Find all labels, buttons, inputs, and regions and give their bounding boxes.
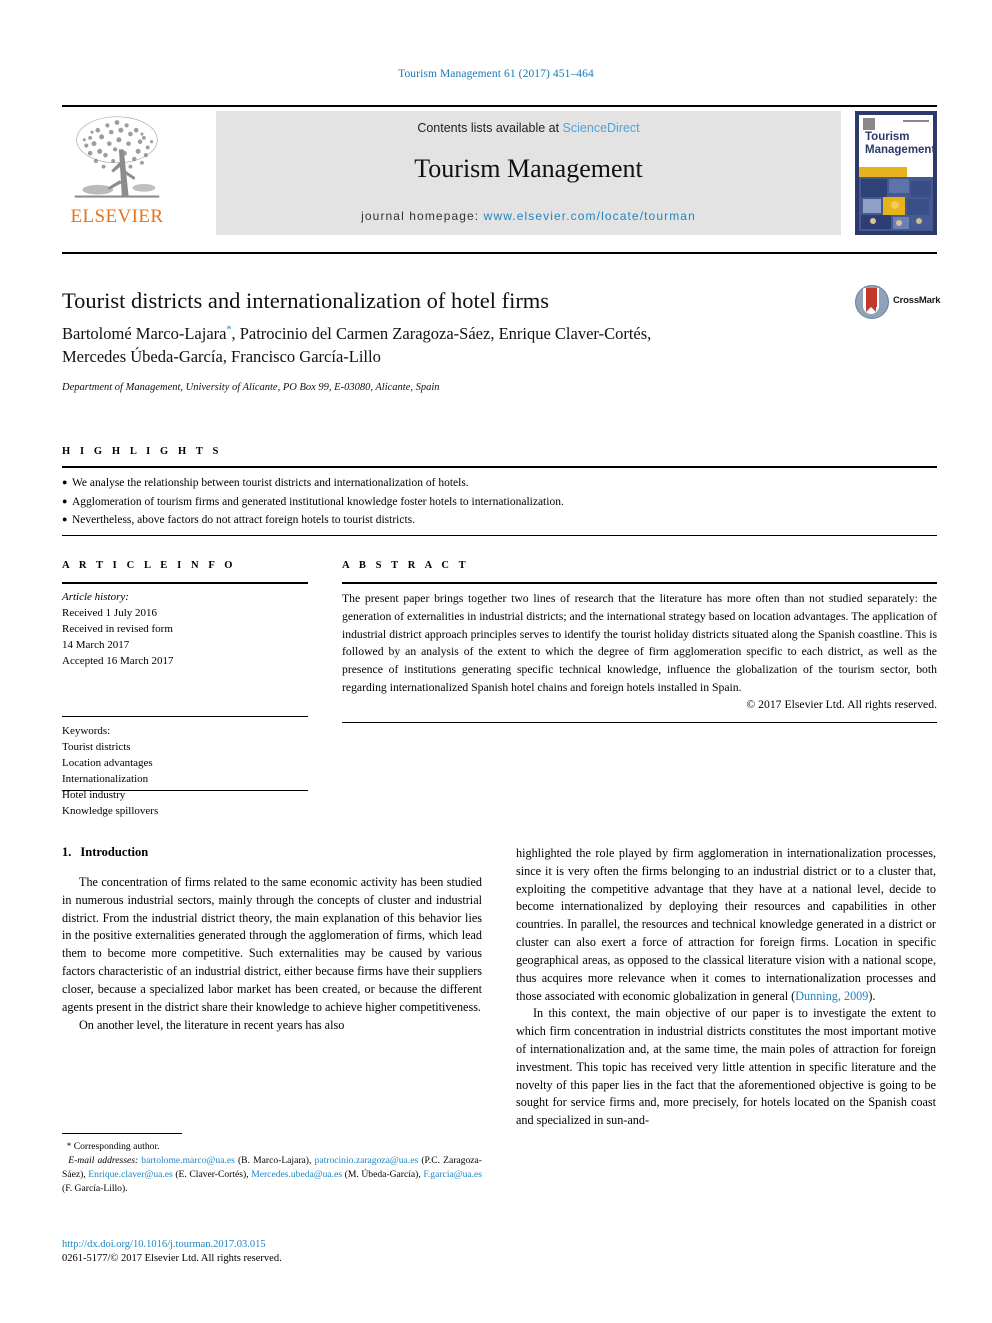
corresponding-author-text: Corresponding author. (73, 1141, 160, 1152)
affiliation: Department of Management, University of … (62, 382, 440, 393)
sciencedirect-link[interactable]: ScienceDirect (563, 121, 640, 135)
crossmark-label: CrossMark (893, 295, 941, 306)
article-info-top-rule (62, 582, 308, 584)
highlight-item: ● Nevertheless, above factors do not attr… (62, 511, 937, 530)
email-link[interactable]: bartolome.marco@ua.es (141, 1155, 235, 1166)
elsevier-tree-icon (74, 116, 160, 198)
keyword-item: Tourist districts (62, 741, 131, 754)
highlight-text: Agglomeration of tourism firms and gener… (72, 495, 564, 508)
email-owner: (M. Úbeda-García) (344, 1168, 419, 1180)
masthead-top-rule (62, 105, 937, 107)
body-column-right: highlighted the role played by firm aggl… (516, 845, 936, 1130)
cover-elsevier-mark-icon (863, 118, 875, 130)
paragraph: highlighted the role played by firm aggl… (516, 845, 936, 1005)
highlights-bottom-rule (62, 535, 937, 536)
keywords-top-rule (62, 716, 308, 717)
citation-link[interactable]: Dunning, 2009 (795, 989, 868, 1003)
paragraph-text: highlighted the role played by firm aggl… (516, 846, 936, 1003)
email-owner: (F. García-Lillo) (62, 1182, 126, 1194)
elsevier-wordmark: ELSEVIER (70, 206, 164, 227)
email-link[interactable]: patrocinio.zaragoza@ua.es (315, 1155, 419, 1166)
cover-yellow-band (859, 167, 907, 177)
journal-homepage-label: journal homepage: (361, 209, 484, 223)
paragraph-text-tail: ). (868, 988, 876, 1003)
crossmark-badge[interactable]: CrossMark (855, 285, 950, 319)
keywords-label: Keywords: (62, 725, 111, 737)
highlights-heading: H I G H L I G H T S (62, 446, 222, 457)
paragraph: In this context, the main objective of o… (516, 1006, 936, 1128)
paper-page: Tourism Management 61 (2017) 451–464 ELS… (0, 0, 992, 1323)
article-info-bottom-rule (62, 790, 308, 791)
bullet-icon: ● (62, 495, 68, 506)
keyword-item: Location advantages (62, 757, 153, 770)
crossmark-logo-icon (855, 285, 889, 319)
elsevier-logo: ELSEVIER (62, 111, 172, 235)
cover-photo-collage (859, 177, 933, 231)
abstract-heading: A B S T R A C T (342, 560, 470, 571)
cover-journal-title: Tourism Management (865, 131, 933, 156)
email-link[interactable]: Mercedes.ubeda@ua.es (251, 1169, 342, 1180)
section-number: 1. (62, 845, 72, 859)
author-line-1b: , Patrocinio del Carmen Zaragoza-Sáez, E… (231, 324, 652, 343)
article-history-item: Accepted 16 March 2017 (62, 655, 174, 668)
email-link[interactable]: F.garcia@ua.es (423, 1169, 482, 1180)
article-history-label: Article history: (62, 591, 129, 603)
keywords-list: Keywords: Tourist districts Location adv… (62, 723, 308, 819)
issn-copyright: 0261-5177/© 2017 Elsevier Ltd. All right… (62, 1253, 282, 1264)
body-column-left: 1. Introduction The concentration of firm… (62, 845, 482, 1034)
cover-top-rule (903, 120, 929, 122)
article-history-item: Received in revised form (62, 623, 173, 636)
email-link[interactable]: Enrique.claver@ua.es (88, 1169, 172, 1180)
bullet-icon: ● (62, 514, 68, 525)
highlight-item: ● We analyse the relationship between tou… (62, 474, 937, 493)
journal-homepage-line: journal homepage: www.elsevier.com/locat… (216, 209, 841, 223)
bullet-icon: ● (62, 477, 68, 487)
email-owner: (B. Marco-Lajara) (237, 1154, 310, 1166)
contents-lists-prefix: Contents lists available at (417, 121, 563, 135)
contents-lists-line: Contents lists available at ScienceDirec… (216, 121, 841, 135)
title-top-rule (62, 252, 937, 254)
journal-title: Tourism Management (414, 154, 643, 183)
doi-link[interactable]: http://dx.doi.org/10.1016/j.tourman.2017… (62, 1237, 492, 1253)
author-line-2: Mercedes Úbeda-García, Francisco García-… (62, 347, 381, 367)
article-history: Article history: Received 1 July 2016 Re… (62, 589, 308, 669)
journal-masthead: ELSEVIER Contents lists available at Sci… (62, 105, 937, 235)
highlights-top-rule (62, 466, 937, 468)
abstract-top-rule (342, 582, 937, 584)
highlight-item: ● Agglomeration of tourism firms and gene… (62, 493, 937, 512)
keyword-item: Internationalization (62, 773, 149, 786)
highlight-text: We analyse the relationship between tour… (72, 477, 469, 489)
abstract-copyright: © 2017 Elsevier Ltd. All rights reserved… (746, 698, 937, 711)
email-owner: (E. Claver-Cortés) (175, 1168, 247, 1180)
email-addresses: E-mail addresses: bartolome.marco@ua.es … (62, 1154, 483, 1194)
article-history-item: 14 March 2017 (62, 639, 130, 652)
section-heading-introduction: 1. Introduction (62, 845, 482, 860)
asterisk-icon: * (66, 1141, 72, 1151)
email-addresses-label: E-mail addresses: (68, 1154, 139, 1166)
journal-cover-thumbnail: Tourism Management (855, 111, 937, 235)
highlights-list: ● We analyse the relationship between tou… (62, 474, 937, 530)
highlight-text: Nevertheless, above factors do not attra… (72, 514, 415, 527)
author-line-1a: Bartolomé Marco-Lajara (62, 324, 227, 343)
author-list: Bartolomé Marco-Lajara*, Patrocinio del … (62, 322, 852, 369)
journal-banner: Contents lists available at ScienceDirec… (216, 111, 841, 235)
abstract-text: The present paper brings together two li… (342, 592, 937, 694)
abstract-bottom-rule (342, 722, 937, 723)
article-info-heading: A R T I C L E I N F O (62, 560, 237, 571)
page-title: Tourist districts and internationalizati… (62, 288, 550, 313)
section-title: Introduction (80, 845, 149, 859)
keyword-item: Knowledge spillovers (62, 805, 159, 818)
journal-homepage-url[interactable]: www.elsevier.com/locate/tourman (484, 209, 696, 223)
footnote-rule (62, 1133, 182, 1134)
article-history-item: Received 1 July 2016 (62, 607, 158, 620)
corresponding-author-note: * Corresponding author. (62, 1140, 482, 1154)
footnote-block: * Corresponding author. E-mail addresses… (62, 1140, 482, 1196)
running-head: Tourism Management 61 (2017) 451–464 (398, 68, 594, 80)
paragraph: The concentration of firms related to th… (62, 875, 482, 1014)
paragraph: On another level, the literature in rece… (79, 1017, 345, 1032)
